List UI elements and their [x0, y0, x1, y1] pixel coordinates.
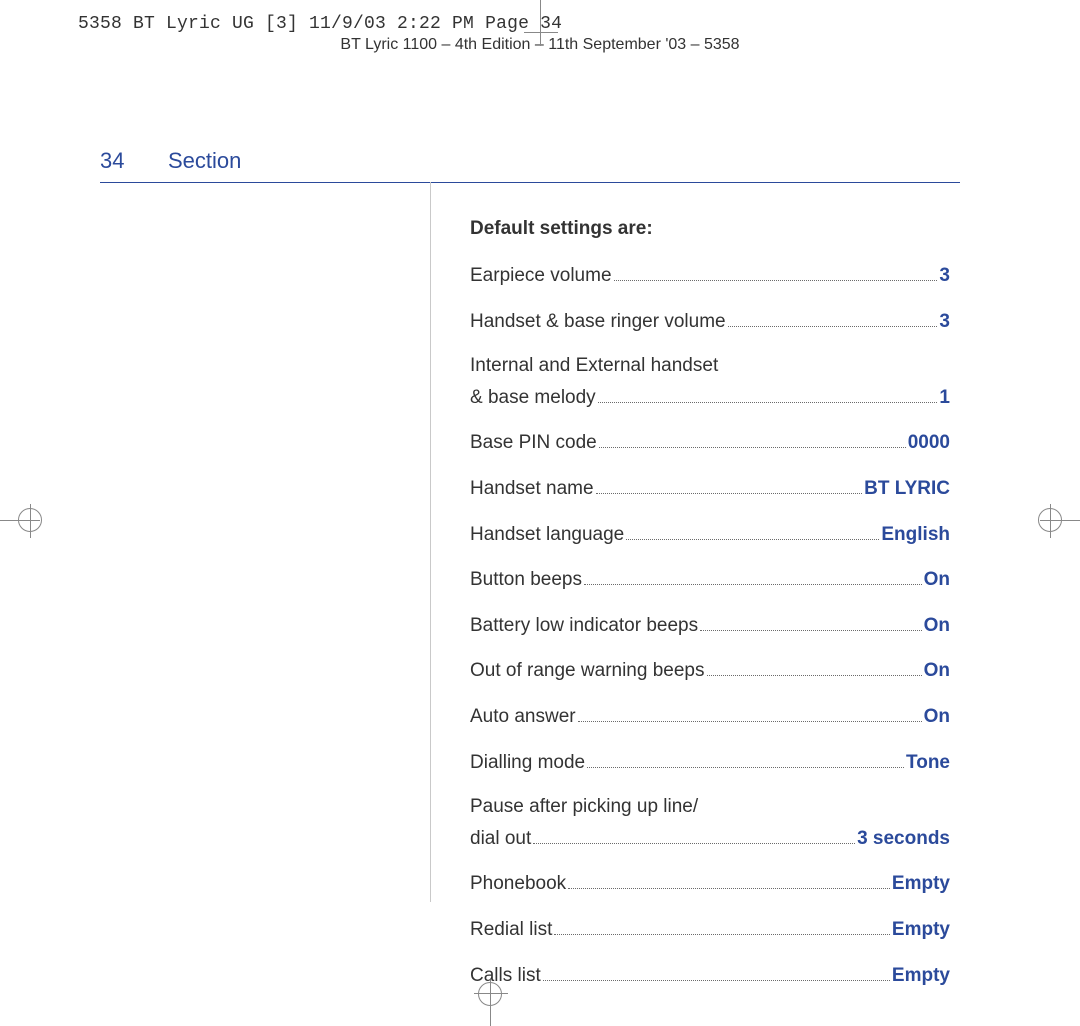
setting-label: Button beeps — [470, 567, 582, 594]
leader-dots — [554, 916, 890, 935]
setting-label: Earpiece volume — [470, 263, 612, 290]
setting-label-line2: & base melody — [470, 385, 596, 412]
setting-row: Handset & base ringer volume 3 — [470, 308, 950, 336]
document-page: 5358 BT Lyric UG [3] 11/9/03 2:22 PM Pag… — [0, 0, 1080, 1026]
crop-mark-top — [524, 32, 558, 33]
leader-dots — [533, 825, 855, 844]
content-column: Default settings are: Earpiece volume 3 … — [470, 218, 950, 1007]
setting-label: Phonebook — [470, 871, 566, 898]
leader-dots — [599, 429, 906, 448]
setting-row: Dialling mode Tone — [470, 749, 950, 777]
setting-row: Out of range warning beeps On — [470, 657, 950, 685]
setting-label-line2: dial out — [470, 826, 531, 853]
setting-label: Handset & base ringer volume — [470, 309, 726, 336]
setting-row: Redial list Empty — [470, 916, 950, 944]
leader-dots — [587, 749, 904, 768]
setting-row: Earpiece volume 3 — [470, 262, 950, 290]
leader-dots — [584, 566, 922, 585]
setting-label: Auto answer — [470, 704, 576, 731]
leader-dots — [728, 308, 938, 327]
leader-dots — [598, 384, 938, 403]
setting-label: Out of range warning beeps — [470, 658, 705, 685]
setting-value: English — [881, 522, 950, 549]
setting-value: Tone — [906, 750, 950, 777]
print-job-tag: 5358 BT Lyric UG [3] 11/9/03 2:22 PM Pag… — [78, 14, 562, 34]
setting-value: 0000 — [908, 430, 950, 457]
setting-row: Calls list Empty — [470, 962, 950, 990]
setting-value: On — [924, 567, 950, 594]
vertical-rule — [430, 182, 431, 902]
setting-label-line1: Internal and External handset — [470, 353, 950, 380]
crop-mark-top — [540, 0, 541, 46]
leader-dots — [596, 475, 863, 494]
setting-label: Handset language — [470, 522, 624, 549]
setting-label: Battery low indicator beeps — [470, 613, 698, 640]
setting-value: On — [924, 658, 950, 685]
setting-value: 3 — [939, 309, 950, 336]
setting-row: Button beeps On — [470, 566, 950, 594]
leader-dots — [614, 262, 938, 281]
setting-row: Battery low indicator beeps On — [470, 612, 950, 640]
registration-circle-left — [18, 508, 42, 532]
page-number: 34 — [100, 148, 124, 174]
setting-label: Handset name — [470, 476, 594, 503]
setting-row: Base PIN code 0000 — [470, 429, 950, 457]
leader-dots — [626, 521, 879, 540]
setting-value: Empty — [892, 963, 950, 990]
leader-dots — [543, 962, 890, 981]
setting-value: Empty — [892, 917, 950, 944]
registration-circle-right — [1038, 508, 1062, 532]
setting-value: Empty — [892, 871, 950, 898]
setting-label-line1: Pause after picking up line/ — [470, 794, 950, 821]
setting-row: Auto answer On — [470, 703, 950, 731]
setting-value: 1 — [939, 385, 950, 412]
setting-value: On — [924, 613, 950, 640]
setting-label: Calls list — [470, 963, 541, 990]
setting-label: Base PIN code — [470, 430, 597, 457]
setting-label: Dialling mode — [470, 750, 585, 777]
settings-heading: Default settings are: — [470, 218, 950, 240]
leader-dots — [707, 657, 922, 676]
section-title: Section — [168, 148, 241, 174]
setting-value: 3 seconds — [857, 826, 950, 853]
setting-value: BT LYRIC — [864, 476, 950, 503]
leader-dots — [700, 612, 921, 631]
leader-dots — [578, 703, 922, 722]
setting-label: Redial list — [470, 917, 552, 944]
setting-row: Pause after picking up line/ dial out 3 … — [470, 794, 950, 852]
setting-value: 3 — [939, 263, 950, 290]
setting-row: Handset language English — [470, 521, 950, 549]
leader-dots — [568, 870, 890, 889]
setting-row: Phonebook Empty — [470, 870, 950, 898]
horizontal-rule — [100, 182, 960, 183]
setting-row: Handset name BT LYRIC — [470, 475, 950, 503]
setting-row: Internal and External handset & base mel… — [470, 353, 950, 411]
setting-value: On — [924, 704, 950, 731]
